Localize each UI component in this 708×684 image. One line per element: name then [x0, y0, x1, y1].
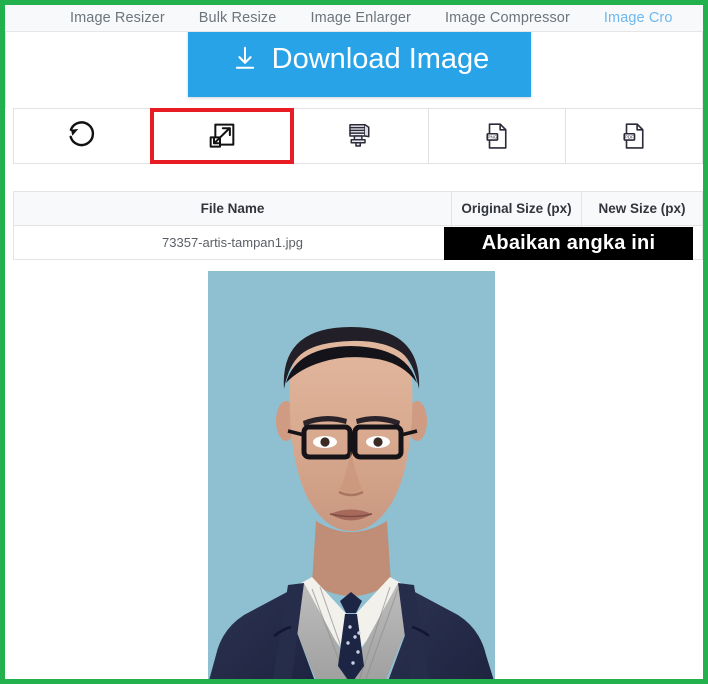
nav-item-bulk-resize[interactable]: Bulk Resize	[182, 5, 294, 31]
workspace-panel: Download Image PNG PDF File Name Origina…	[5, 32, 703, 679]
portrait-photo	[208, 271, 495, 679]
svg-text:PNG: PNG	[488, 135, 498, 140]
compress-icon	[345, 121, 375, 151]
rotate-ccw-icon	[65, 119, 99, 153]
cell-file-name: 73357-artis-tampan1.jpg	[14, 226, 452, 260]
nav-item-image-cropper[interactable]: Image Cro	[587, 5, 690, 31]
rotate-left-button[interactable]	[14, 109, 151, 163]
download-image-label: Download Image	[271, 42, 490, 75]
pdf-file-icon: PDF	[619, 121, 649, 151]
download-button-band: Download Image	[5, 32, 703, 108]
convert-to-png-button[interactable]: PNG	[429, 109, 567, 163]
convert-to-pdf-button[interactable]: PDF	[566, 109, 702, 163]
download-icon	[230, 44, 260, 74]
table-header-row: File Name Original Size (px) New Size (p…	[14, 192, 702, 226]
column-header-new-size: New Size (px)	[582, 192, 702, 226]
image-preview	[208, 271, 495, 679]
nav-item-image-enlarger[interactable]: Image Enlarger	[293, 5, 428, 31]
redaction-annotation-label: Abaikan angka ini	[481, 232, 656, 254]
nav-item-image-resizer[interactable]: Image Resizer	[53, 5, 182, 31]
redaction-annotation: Abaikan angka ini	[444, 227, 693, 260]
compress-button[interactable]	[292, 109, 430, 163]
resize-button[interactable]	[149, 108, 294, 164]
column-header-file-name: File Name	[14, 192, 452, 226]
svg-text:PDF: PDF	[625, 135, 634, 140]
png-file-icon: PNG	[482, 121, 512, 151]
top-navigation-bar: Image Resizer Bulk Resize Image Enlarger…	[5, 5, 703, 32]
resize-expand-icon	[206, 120, 238, 152]
nav-item-image-compressor[interactable]: Image Compressor	[428, 5, 587, 31]
app-window: Image Resizer Bulk Resize Image Enlarger…	[0, 0, 708, 684]
image-tools-toolbar: PNG PDF	[13, 108, 703, 164]
download-image-button[interactable]: Download Image	[188, 32, 531, 97]
column-header-original-size: Original Size (px)	[452, 192, 582, 226]
